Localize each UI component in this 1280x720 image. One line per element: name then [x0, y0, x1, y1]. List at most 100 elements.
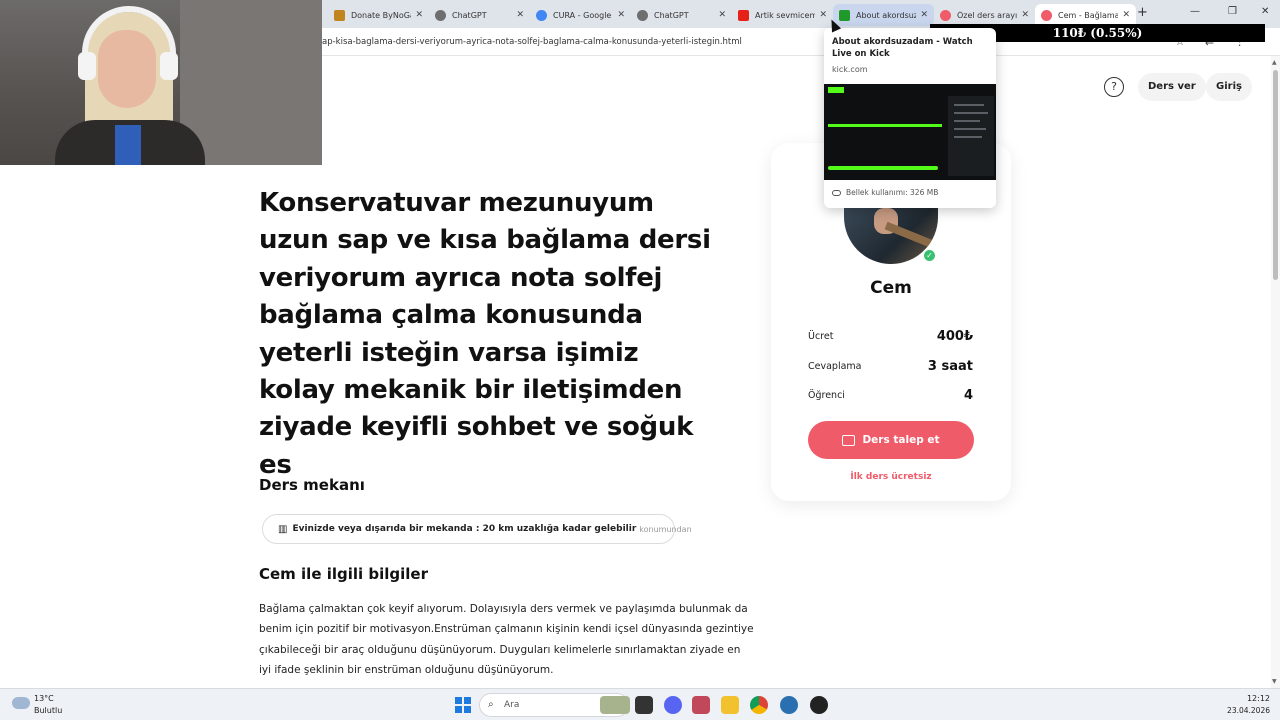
webcam-person-top [115, 125, 141, 165]
preview-memory: Bellek kullanımı: 326 MB [832, 188, 938, 197]
tab-ozel-ders[interactable]: Özel ders arayı ✕ [934, 4, 1035, 26]
windows-logo-icon [464, 697, 471, 704]
free-first-lesson-link[interactable]: İlk ders ücretsiz [771, 472, 1011, 482]
task-view-icon[interactable] [635, 696, 653, 714]
clock-time[interactable]: 12:12 [1222, 694, 1270, 703]
giris-button[interactable]: Giriş [1206, 73, 1252, 101]
scroll-up-icon[interactable]: ▲ [1272, 59, 1277, 66]
search-placeholder: Ara [504, 700, 520, 710]
tab-chatgpt-1[interactable]: ChatGPT ✕ [429, 4, 530, 26]
tab-cem-baglama[interactable]: Cem - Bağlama ✕ [1035, 4, 1136, 26]
youtube-favicon-icon [738, 9, 749, 21]
minimize-button[interactable]: — [1190, 6, 1200, 17]
chat-icon [842, 434, 856, 446]
search-icon: ⌕ [488, 699, 494, 710]
file-explorer-icon[interactable] [721, 696, 739, 714]
page-scrollbar[interactable]: ▲ ▼ [1271, 56, 1280, 688]
tab-label: ChatGPT [654, 10, 689, 20]
preview-progress [828, 166, 938, 170]
weather-description[interactable]: Bulutlu [34, 706, 62, 715]
preview-chat-line [954, 136, 982, 138]
tab-close-icon[interactable]: ✕ [920, 10, 928, 20]
maximize-button[interactable]: ❐ [1228, 6, 1237, 17]
tab-youtube[interactable]: Artik sevmicem ✕ [732, 4, 833, 26]
chatgpt-favicon-icon [435, 9, 446, 21]
tab-close-icon[interactable]: ✕ [415, 10, 423, 20]
webcam-overlay [0, 0, 322, 165]
location-pill: ▥ Evinizde veya dışarıda bir mekanda : 2… [262, 514, 692, 544]
close-window-button[interactable]: ✕ [1261, 6, 1269, 17]
preview-chat-line [954, 104, 984, 106]
tab-label: ChatGPT [452, 10, 487, 20]
chatgpt-favicon-icon [637, 9, 648, 21]
tab-label: About akordsuz [856, 10, 917, 20]
weather-temperature[interactable]: 13°C [34, 694, 54, 703]
verified-check-icon: ✓ [922, 248, 937, 263]
preview-chat-line [954, 128, 986, 130]
windows-taskbar: 13°C Bulutlu ⌕ Ara 12:12 23.04.2026 [0, 688, 1280, 720]
ders-ver-button[interactable]: Ders ver [1138, 73, 1206, 101]
request-lesson-label: Ders talep et [862, 434, 940, 446]
chrome-icon[interactable] [750, 696, 768, 714]
tab-close-icon[interactable]: ✕ [1122, 10, 1130, 20]
tab-donate[interactable]: Donate ByNoGame ✕ [328, 4, 429, 26]
fee-label: Ücret [808, 331, 834, 342]
preview-chat-line [954, 120, 980, 122]
headset-earcup-right [160, 52, 178, 80]
game-app-icon[interactable] [692, 696, 710, 714]
scroll-down-icon[interactable]: ▼ [1272, 678, 1277, 685]
start-button[interactable] [455, 697, 471, 713]
kick-logo-icon [828, 87, 844, 93]
tab-label: CURA - Google [553, 10, 612, 20]
tab-label: Özel ders arayı [957, 10, 1018, 20]
memory-text: Bellek kullanımı: 326 MB [846, 188, 939, 197]
new-tab-button[interactable]: + [1137, 5, 1148, 20]
page-title: Konservatuvar mezunuyum uzun sap ve kısa… [259, 188, 711, 480]
preview-title: About akordsuzadam - Watch Live on Kick [832, 37, 973, 59]
search-highlight-icon [600, 696, 630, 714]
fee-value: 400₺ [936, 329, 973, 344]
obs-icon[interactable] [810, 696, 828, 714]
tab-kick[interactable]: About akordsuz ✕ [833, 4, 934, 26]
tab-close-icon[interactable]: ✕ [1021, 10, 1029, 20]
about-heading: Cem ile ilgili bilgiler [259, 565, 428, 583]
tab-close-icon[interactable]: ✕ [819, 10, 827, 20]
preview-domain: kick.com [832, 65, 868, 74]
about-paragraph: Bağlama çalmaktan çok keyif alıyorum. Do… [259, 603, 754, 676]
students-label: Öğrenci [808, 390, 845, 401]
request-lesson-button[interactable]: Ders talep et [808, 421, 974, 459]
tutor-name: Cem [870, 278, 912, 298]
windows-logo-icon [455, 706, 462, 713]
url-text[interactable]: ap-kisa-baglama-dersi-veriyorum-ayrica-n… [322, 37, 742, 47]
avatar-instrument [884, 221, 938, 251]
tab-close-icon[interactable]: ✕ [516, 10, 524, 20]
headset-earcup-left [78, 52, 96, 80]
response-label: Cevaplama [808, 361, 862, 372]
tab-label: Donate ByNoGame [351, 10, 411, 20]
tab-close-icon[interactable]: ✕ [718, 10, 726, 20]
map-icon: ▥ [278, 523, 288, 535]
discord-icon[interactable] [664, 696, 682, 714]
location-text: Evinizde veya dışarıda bir mekanda : 20 … [292, 524, 637, 534]
kick-favicon-icon [839, 9, 850, 21]
tab-hover-preview: About akordsuzadam - Watch Live on Kick … [824, 28, 996, 208]
cloud-icon[interactable] [12, 697, 30, 709]
location-muted-text: konumundan [639, 524, 692, 534]
students-value: 4 [963, 388, 973, 403]
tab-close-icon[interactable]: ✕ [617, 10, 625, 20]
clock-date[interactable]: 23.04.2026 [1212, 706, 1270, 715]
tab-label: Artik sevmicem [755, 10, 816, 20]
settings-gear-icon[interactable] [780, 696, 798, 714]
ders-mekani-heading: Ders mekanı [259, 476, 365, 494]
tab-chatgpt-2[interactable]: ChatGPT ✕ [631, 4, 732, 26]
preview-chat-panel [948, 96, 994, 176]
scroll-thumb[interactable] [1273, 70, 1278, 280]
webcam-background [180, 0, 322, 165]
donate-favicon-icon [334, 9, 345, 21]
ozelders-favicon-icon [940, 9, 951, 21]
google-favicon-icon [536, 9, 547, 21]
help-icon[interactable]: ? [1104, 77, 1124, 97]
tab-cura[interactable]: CURA - Google ✕ [530, 4, 631, 26]
ozelders-favicon-icon [1041, 9, 1052, 21]
windows-logo-icon [464, 706, 471, 713]
